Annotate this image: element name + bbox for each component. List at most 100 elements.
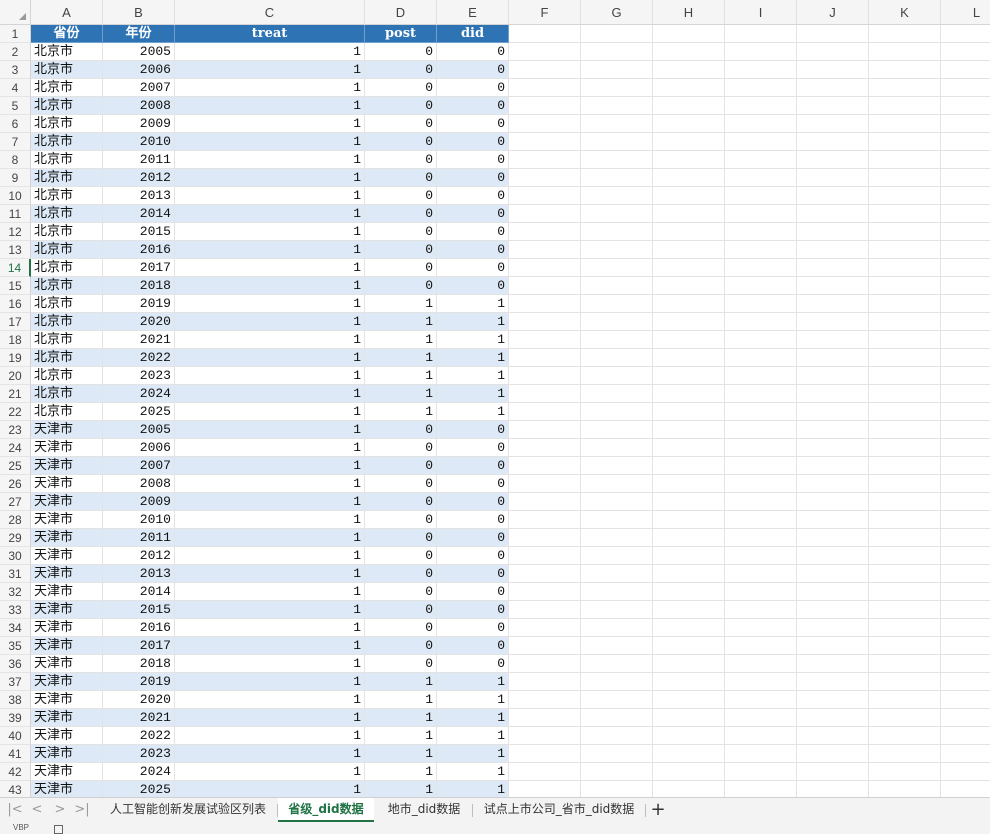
empty-cell[interactable] [725,565,797,583]
data-cell[interactable]: 0 [437,169,509,187]
row-header[interactable]: 22 [0,403,31,421]
data-cell[interactable]: 0 [365,565,437,583]
row-header[interactable]: 18 [0,331,31,349]
data-cell[interactable]: 0 [437,151,509,169]
data-cell[interactable]: 2006 [103,61,175,79]
row-header[interactable]: 19 [0,349,31,367]
row-header[interactable]: 12 [0,223,31,241]
empty-cell[interactable] [869,133,941,151]
empty-cell[interactable] [581,223,653,241]
empty-cell[interactable] [797,601,869,619]
empty-cell[interactable] [509,529,581,547]
data-cell[interactable]: 天津市 [31,565,103,583]
empty-cell[interactable] [653,619,725,637]
data-cell[interactable]: 0 [365,241,437,259]
row-header[interactable]: 16 [0,295,31,313]
empty-cell[interactable] [941,439,990,457]
empty-cell[interactable] [653,97,725,115]
empty-cell[interactable] [797,691,869,709]
data-cell[interactable]: 北京市 [31,277,103,295]
empty-cell[interactable] [653,295,725,313]
empty-cell[interactable] [797,367,869,385]
data-cell[interactable]: 1 [437,763,509,781]
data-cell[interactable]: 2008 [103,475,175,493]
empty-cell[interactable] [725,205,797,223]
data-cell[interactable]: 0 [437,259,509,277]
empty-cell[interactable] [581,511,653,529]
empty-cell[interactable] [581,277,653,295]
data-cell[interactable]: 0 [365,205,437,223]
data-cell[interactable]: 1 [175,169,365,187]
empty-cell[interactable] [725,259,797,277]
empty-cell[interactable] [797,637,869,655]
next-sheet-icon[interactable]: > [51,801,69,819]
empty-cell[interactable] [797,241,869,259]
empty-cell[interactable] [653,421,725,439]
data-cell[interactable]: 1 [175,151,365,169]
empty-cell[interactable] [869,583,941,601]
data-cell[interactable]: 天津市 [31,547,103,565]
data-cell[interactable]: 0 [437,529,509,547]
empty-cell[interactable] [941,691,990,709]
empty-cell[interactable] [581,745,653,763]
empty-cell[interactable] [941,277,990,295]
empty-cell[interactable] [725,43,797,61]
row-header[interactable]: 40 [0,727,31,745]
prev-sheet-icon[interactable]: < [28,801,46,819]
row-header[interactable]: 32 [0,583,31,601]
empty-cell[interactable] [725,673,797,691]
empty-cell[interactable] [797,655,869,673]
empty-cell[interactable] [725,151,797,169]
data-cell[interactable]: 1 [175,385,365,403]
empty-cell[interactable] [725,475,797,493]
data-cell[interactable]: 0 [437,61,509,79]
empty-cell[interactable] [581,619,653,637]
empty-cell[interactable] [581,331,653,349]
data-cell[interactable]: 天津市 [31,511,103,529]
empty-cell[interactable] [869,43,941,61]
data-cell[interactable]: 1 [437,727,509,745]
data-cell[interactable]: 0 [365,583,437,601]
data-cell[interactable]: 1 [437,331,509,349]
empty-cell[interactable] [581,439,653,457]
data-cell[interactable]: 1 [175,565,365,583]
data-cell[interactable]: 0 [437,439,509,457]
row-header[interactable]: 31 [0,565,31,583]
empty-cell[interactable] [581,133,653,151]
empty-cell[interactable] [941,529,990,547]
data-cell[interactable]: 北京市 [31,367,103,385]
data-cell[interactable]: 北京市 [31,43,103,61]
data-cell[interactable]: 0 [365,511,437,529]
data-cell[interactable]: 天津市 [31,673,103,691]
data-cell[interactable]: 1 [175,79,365,97]
empty-cell[interactable] [941,457,990,475]
data-cell[interactable]: 2017 [103,259,175,277]
empty-cell[interactable] [941,709,990,727]
empty-cell[interactable] [509,709,581,727]
empty-cell[interactable] [581,97,653,115]
empty-cell[interactable] [725,403,797,421]
empty-cell[interactable] [941,115,990,133]
empty-cell[interactable] [869,349,941,367]
data-cell[interactable]: 1 [175,313,365,331]
data-cell[interactable]: 天津市 [31,619,103,637]
data-cell[interactable]: 2005 [103,43,175,61]
data-cell[interactable]: 0 [365,187,437,205]
empty-cell[interactable] [653,763,725,781]
data-cell[interactable]: 1 [175,457,365,475]
data-cell[interactable]: 0 [365,529,437,547]
empty-cell[interactable] [797,565,869,583]
data-cell[interactable]: 0 [365,493,437,511]
empty-cell[interactable] [869,475,941,493]
data-cell[interactable]: 2014 [103,583,175,601]
data-cell[interactable]: 1 [175,511,365,529]
data-cell[interactable]: 1 [365,673,437,691]
empty-cell[interactable] [581,367,653,385]
empty-cell[interactable] [797,187,869,205]
empty-cell[interactable] [797,61,869,79]
empty-cell[interactable] [869,421,941,439]
data-cell[interactable]: 1 [175,61,365,79]
data-cell[interactable]: 0 [437,115,509,133]
data-cell[interactable]: 0 [365,439,437,457]
data-cell[interactable]: 1 [437,673,509,691]
